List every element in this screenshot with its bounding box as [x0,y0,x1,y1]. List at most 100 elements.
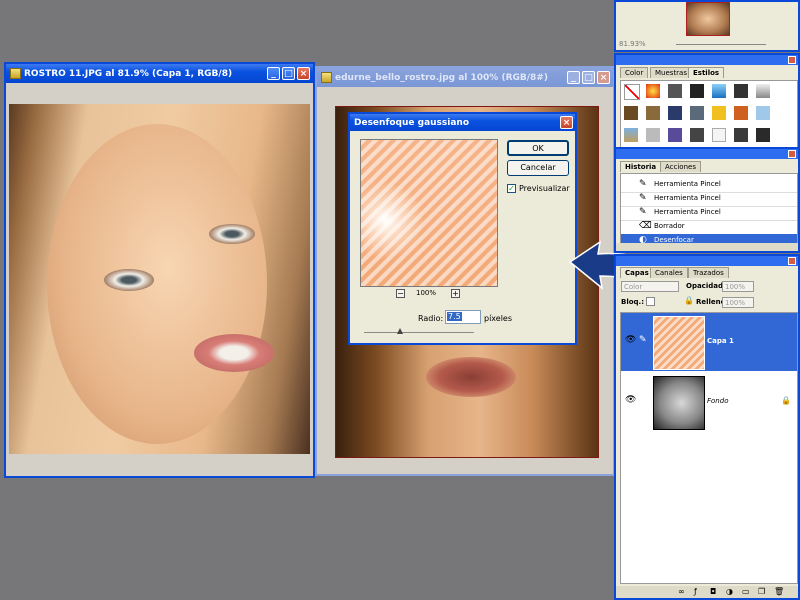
fill-input[interactable]: 100% [722,297,754,308]
swatch-white[interactable] [712,128,726,142]
navigator-zoom: 81.93% [619,40,646,48]
swatch-silver[interactable] [756,84,770,98]
swatch-orange[interactable] [734,106,748,120]
swatch-purple[interactable] [668,128,682,142]
mask-icon[interactable]: ◘ [710,587,716,596]
preview-checkbox[interactable]: ✓ [507,184,516,193]
tab-color[interactable]: Color [620,67,649,78]
history-panel[interactable]: Historia Acciones ✎ Herramienta Pincel ✎… [614,147,800,253]
swatch-black[interactable] [690,84,704,98]
tab-swatches[interactable]: Muestras [650,67,692,78]
window-titlebar[interactable]: edurne_bello_rostro.jpg al 100% (RGB/8#)… [317,68,613,87]
swatch-blue[interactable] [712,84,726,98]
history-item[interactable]: ✎ Herramienta Pincel [621,178,797,193]
layer-style-icon[interactable]: ƒ [694,587,697,596]
brush-icon: ✎ [639,179,647,189]
canvas-rostro[interactable] [9,104,310,454]
layers-panel[interactable]: Capas Canales Trazados Color Opacidad: 1… [614,254,800,600]
radius-slider-track[interactable] [364,332,474,333]
radius-input[interactable]: 7.5 [445,310,481,324]
history-item[interactable]: ⌫ Borrador [621,220,797,235]
dialog-titlebar[interactable]: Desenfoque gaussiano × [350,114,575,131]
history-list[interactable]: ✎ Herramienta Pincel ✎ Herramienta Pince… [620,173,798,245]
minimize-icon[interactable]: _ [267,67,280,80]
tab-layers[interactable]: Capas [620,267,654,278]
style-swatch-grid[interactable] [620,80,798,149]
zoom-out-button[interactable]: − [396,289,405,298]
layers-footer[interactable]: ∞ ƒ ◘ ◑ ▭ ❐ 🗑 [616,586,798,598]
lips [426,357,516,397]
layer-thumbnail[interactable] [653,376,705,430]
ok-button[interactable]: OK [507,140,569,156]
minimize-icon[interactable]: _ [567,71,580,84]
tab-history[interactable]: Historia [620,161,662,172]
window-title: ROSTRO 11.JPG al 81.9% (Capa 1, RGB/8) [24,68,233,79]
tab-actions[interactable]: Acciones [660,161,701,172]
navigator-thumbnail[interactable] [686,2,730,36]
swatch-landscape[interactable] [624,128,638,142]
tab-paths[interactable]: Trazados [688,267,729,278]
styles-panel[interactable]: Color Muestras Estilos [614,53,800,151]
swatch-slate[interactable] [756,128,770,142]
swatch-brown[interactable] [624,106,638,120]
swatch-glass[interactable] [646,128,660,142]
window-titlebar[interactable]: ROSTRO 11.JPG al 81.9% (Capa 1, RGB/8) _… [6,64,313,83]
swatch-charcoal[interactable] [690,128,704,142]
lock-icon: 🔒 [781,396,791,405]
eye-left [104,269,154,291]
swatch-none[interactable] [624,84,640,100]
swatch-bronze[interactable] [646,106,660,120]
eye-icon[interactable]: 👁 [625,395,636,405]
dialog-title: Desenfoque gaussiano [354,117,470,128]
eraser-icon: ⌫ [639,221,652,231]
close-icon[interactable] [788,56,796,64]
cancel-button[interactable]: Cancelar [507,160,569,176]
swatch-red[interactable] [646,84,660,98]
close-icon[interactable]: × [560,116,573,129]
layers-list[interactable]: 👁 ✎ Capa 1 👁 Fondo 🔒 [620,312,798,584]
zoom-in-button[interactable]: + [451,289,460,298]
lock-all-icon[interactable]: 🔒 [684,296,694,305]
swatch-gray[interactable] [668,84,682,98]
close-icon[interactable] [788,150,796,158]
new-layer-icon[interactable]: ❐ [758,587,765,596]
lock-transparency-checkbox[interactable] [646,297,655,306]
navigator-panel[interactable]: 81.93% [614,0,800,52]
history-item-label: Herramienta Pincel [654,208,721,216]
gaussian-blur-dialog[interactable]: Desenfoque gaussiano × − 100% + OK Cance… [348,112,577,345]
adjustment-icon[interactable]: ◑ [726,587,733,596]
history-item[interactable]: ✎ Herramienta Pincel [621,206,797,221]
blend-mode-select[interactable]: Color [621,281,679,292]
layer-row-selected[interactable]: 👁 ✎ Capa 1 [621,313,797,371]
image-window-rostro[interactable]: ROSTRO 11.JPG al 81.9% (Capa 1, RGB/8) _… [4,62,315,478]
opacity-input[interactable]: 100% [722,281,754,292]
layer-row[interactable]: 👁 Fondo 🔒 [621,373,797,431]
trash-icon[interactable]: 🗑 [774,587,784,596]
close-icon[interactable] [788,257,796,265]
swatch-navy[interactable] [668,106,682,120]
fill-value: 100% [725,299,746,307]
radius-slider-thumb[interactable] [397,328,403,334]
tab-channels[interactable]: Canales [650,267,688,278]
lips [194,334,274,372]
radius-value: 7.5 [447,312,462,321]
maximize-icon[interactable]: □ [582,71,595,84]
close-icon[interactable]: × [297,67,310,80]
folder-icon[interactable]: ▭ [742,587,750,596]
swatch-dark[interactable] [734,84,748,98]
layer-thumbnail[interactable] [653,316,705,370]
maximize-icon[interactable]: □ [282,67,295,80]
preview-image[interactable] [360,139,498,287]
eye-right [209,224,255,244]
history-item[interactable]: ✎ Herramienta Pincel [621,192,797,207]
swatch-sky[interactable] [756,106,770,120]
close-icon[interactable]: × [597,71,610,84]
tab-styles[interactable]: Estilos [688,67,725,78]
swatch-yellow[interactable] [712,106,726,120]
eye-icon[interactable]: 👁 [625,335,636,345]
navigator-slider[interactable] [676,44,766,45]
swatch-steel[interactable] [690,106,704,120]
link-icon[interactable]: ∞ [678,587,685,596]
swatch-graphite[interactable] [734,128,748,142]
opacity-label: Opacidad: [686,282,726,290]
